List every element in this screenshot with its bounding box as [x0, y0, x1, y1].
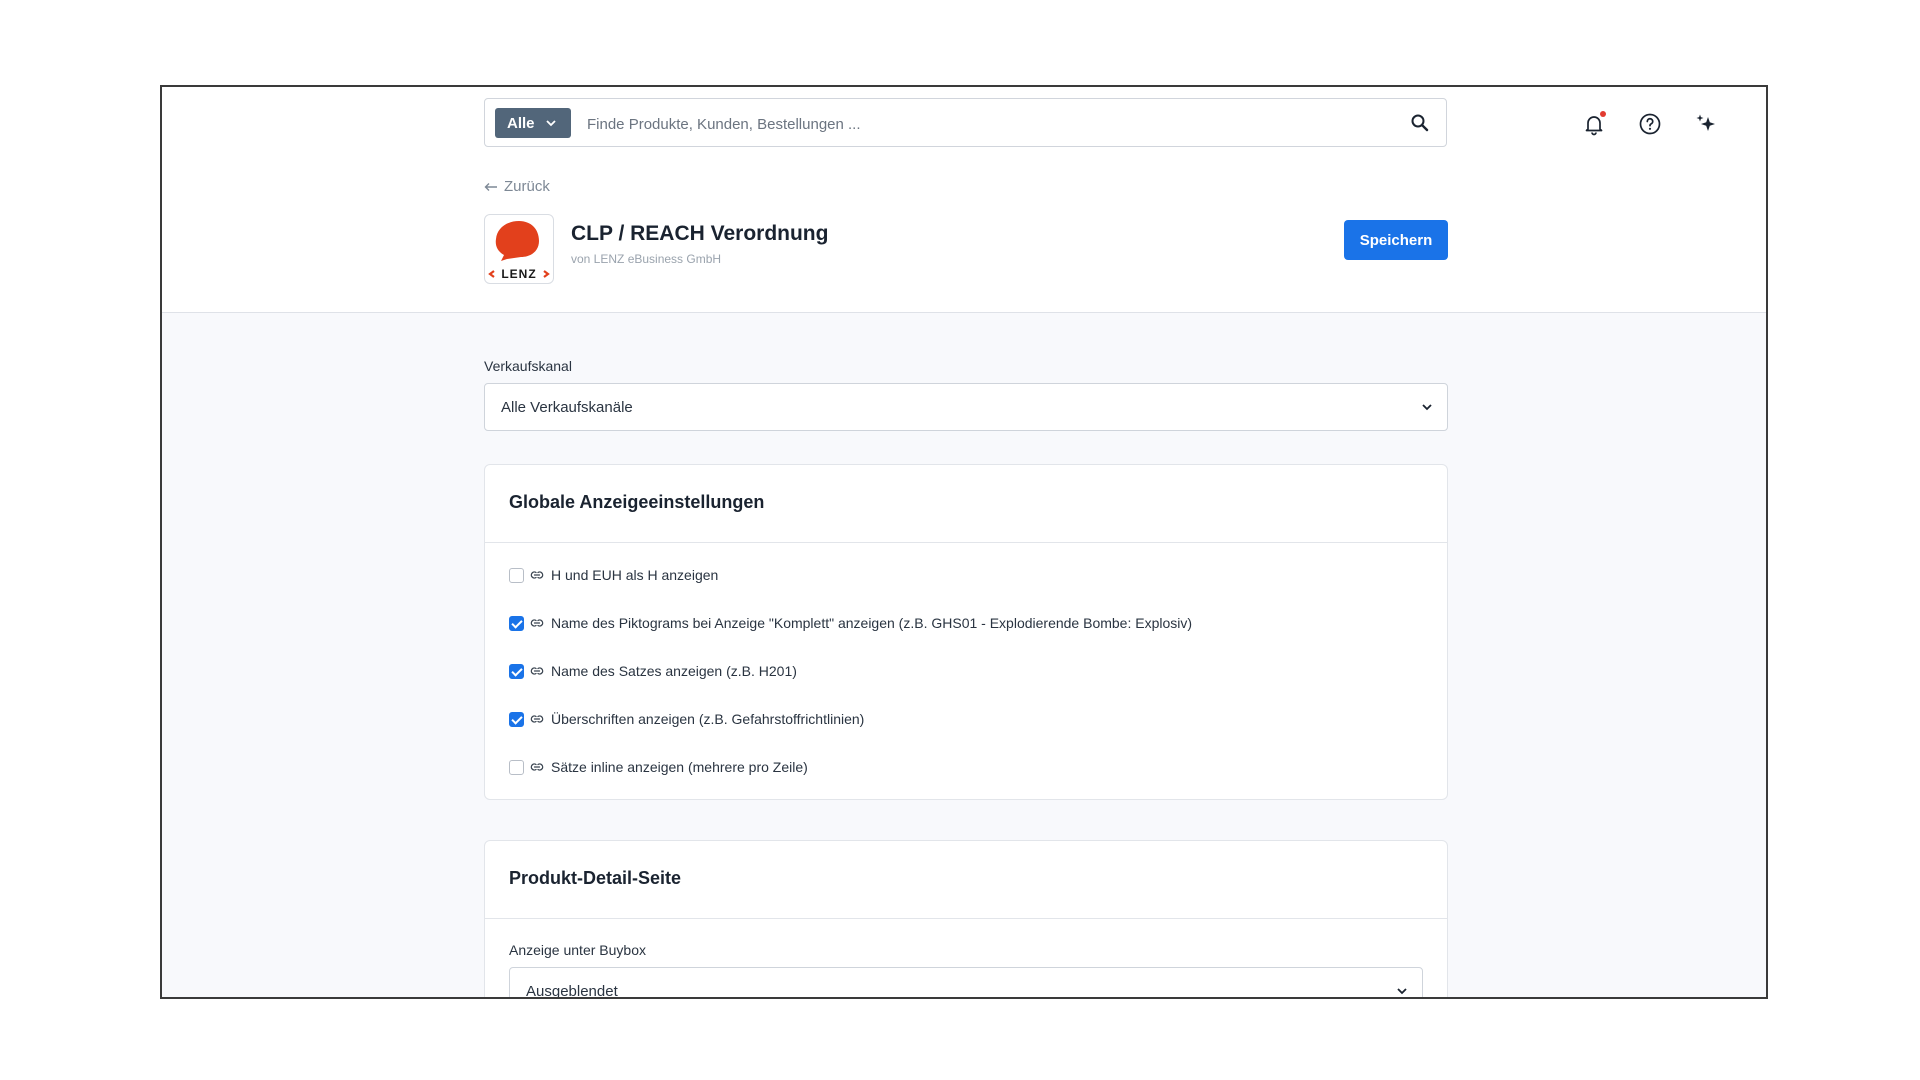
help-icon[interactable] [1638, 112, 1662, 136]
sales-channel-value: Alle Verkaufskanäle [501, 398, 633, 416]
checkbox[interactable] [509, 759, 524, 775]
buybox-label: Anzeige unter Buybox [509, 942, 646, 958]
global-search: Alle [484, 98, 1447, 147]
notification-bell-icon[interactable] [1582, 111, 1606, 136]
link-icon [530, 715, 544, 723]
page-header: Zurück LENZ CLP / REACH Verordnung von L… [162, 162, 1766, 313]
search-scope-label: Alle [507, 114, 535, 132]
back-link[interactable]: Zurück [484, 178, 550, 195]
chevron-down-icon [1397, 988, 1407, 995]
app-logo-text: LENZ [501, 267, 536, 281]
link-icon [530, 571, 544, 579]
checkbox[interactable] [509, 567, 524, 583]
option-label: Sätze inline anzeigen (mehrere pro Zeile… [551, 759, 808, 775]
buybox-value: Ausgeblendet [526, 982, 618, 999]
app-logo: LENZ [484, 214, 554, 284]
link-icon [530, 763, 544, 771]
arrow-left-icon [484, 182, 497, 191]
option-inline-sentences[interactable]: Sätze inline anzeigen (mehrere pro Zeile… [509, 757, 808, 777]
sales-channel-select[interactable]: Alle Verkaufskanäle [484, 383, 1448, 431]
search-input[interactable] [585, 111, 1369, 137]
global-settings-title: Globale Anzeigeeinstellungen [509, 492, 765, 512]
option-pictogram-name[interactable]: Name des Piktograms bei Anzeige "Komplet… [509, 613, 1192, 633]
card-divider [485, 918, 1447, 919]
app-vendor: von LENZ eBusiness GmbH [571, 252, 722, 266]
sales-channel-label: Verkaufskanal [484, 358, 572, 374]
checkbox[interactable] [509, 711, 524, 727]
ai-sparkle-icon[interactable] [1694, 112, 1718, 136]
option-label: H und EUH als H anzeigen [551, 567, 719, 583]
product-detail-title: Produkt-Detail-Seite [509, 868, 682, 888]
search-scope-dropdown[interactable]: Alle [495, 108, 571, 138]
notification-dot [1600, 111, 1606, 117]
back-link-label: Zurück [504, 178, 550, 195]
link-icon [530, 619, 544, 627]
option-sentence-name[interactable]: Name des Satzes anzeigen (z.B. H201) [509, 661, 797, 681]
search-icon[interactable] [1410, 113, 1430, 133]
chevron-down-icon [1422, 404, 1432, 411]
option-h-euh-as-h[interactable]: H und EUH als H anzeigen [509, 565, 718, 585]
save-button[interactable]: Speichern [1344, 220, 1448, 260]
top-bar: Alle [162, 87, 1766, 163]
global-settings-card: Globale Anzeigeeinstellungen H und EUH a… [484, 464, 1448, 800]
option-headings[interactable]: Überschriften anzeigen (z.B. Gefahrstoff… [509, 709, 864, 729]
buybox-select[interactable]: Ausgeblendet [509, 967, 1423, 999]
option-label: Überschriften anzeigen (z.B. Gefahrstoff… [551, 711, 865, 727]
card-divider [485, 542, 1447, 543]
option-label: Name des Piktograms bei Anzeige "Komplet… [551, 615, 1193, 631]
page-title: CLP / REACH Verordnung [571, 222, 829, 245]
product-detail-card: Produkt-Detail-Seite Anzeige unter Buybo… [484, 840, 1448, 999]
link-icon [530, 667, 544, 675]
chevron-down-icon [546, 120, 556, 127]
app-window: Alle Zurück LENZ [160, 85, 1768, 999]
option-label: Name des Satzes anzeigen (z.B. H201) [551, 663, 797, 679]
checkbox[interactable] [509, 615, 524, 631]
checkbox[interactable] [509, 663, 524, 679]
